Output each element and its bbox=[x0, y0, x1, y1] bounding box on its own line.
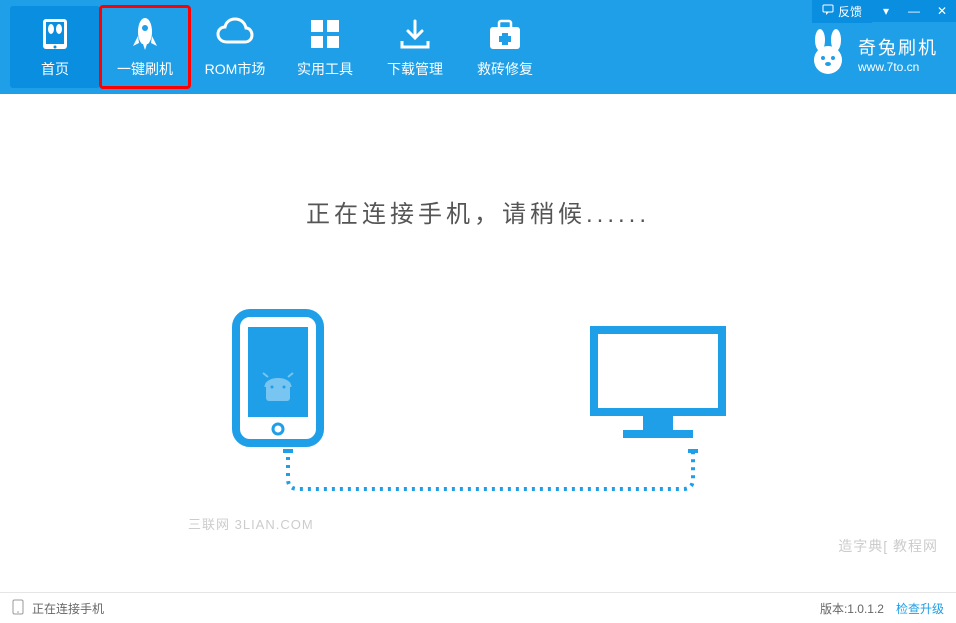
nav-label: 首页 bbox=[41, 59, 69, 79]
connection-status-message: 正在连接手机，请稍候...... bbox=[306, 194, 650, 229]
comment-icon bbox=[822, 4, 834, 19]
rabbit-logo-icon bbox=[808, 28, 848, 79]
dropdown-button[interactable]: ▾ bbox=[872, 0, 900, 22]
cloud-icon bbox=[215, 15, 255, 53]
nav-label: 实用工具 bbox=[297, 59, 353, 79]
brand: 奇兔刷机 www.7to.cn bbox=[808, 28, 938, 79]
medkit-icon bbox=[487, 15, 523, 53]
minimize-icon: — bbox=[908, 4, 920, 18]
check-update-link[interactable]: 检查升级 bbox=[896, 600, 944, 617]
connection-illustration bbox=[228, 309, 728, 489]
close-button[interactable]: ✕ bbox=[928, 0, 956, 22]
chevron-down-icon: ▾ bbox=[883, 4, 889, 18]
feedback-button[interactable]: 反馈 bbox=[812, 0, 872, 23]
nav-flash[interactable]: 一键刷机 bbox=[100, 6, 190, 88]
nav-label: 一键刷机 bbox=[117, 59, 173, 79]
home-icon bbox=[37, 15, 73, 53]
monitor-icon bbox=[588, 324, 728, 449]
nav-tools[interactable]: 实用工具 bbox=[280, 6, 370, 88]
brand-url: www.7to.cn bbox=[858, 60, 938, 74]
download-icon bbox=[398, 15, 432, 53]
nav-label: ROM市场 bbox=[205, 59, 266, 79]
statusbar: 正在连接手机 版本:1.0.1.2 检查升级 bbox=[0, 592, 956, 623]
cable-icon bbox=[283, 449, 698, 499]
phone-icon bbox=[228, 309, 328, 464]
rocket-icon bbox=[127, 15, 163, 53]
nav-downloads[interactable]: 下载管理 bbox=[370, 6, 460, 88]
nav-home[interactable]: 首页 bbox=[10, 6, 100, 88]
brand-name: 奇兔刷机 bbox=[858, 34, 938, 60]
watermark-right: 造字典[ 教程网 bbox=[838, 536, 938, 556]
nav-label: 下载管理 bbox=[387, 59, 443, 79]
statusbar-status-text: 正在连接手机 bbox=[32, 600, 104, 617]
version-label: 版本:1.0.1.2 bbox=[820, 600, 884, 617]
phone-small-icon bbox=[12, 599, 24, 618]
nav-rom-market[interactable]: ROM市场 bbox=[190, 6, 280, 88]
watermark-left: 三联网 3LIAN.COM bbox=[188, 514, 314, 533]
window-controls: 反馈 ▾ — ✕ bbox=[812, 0, 956, 22]
grid-icon bbox=[309, 15, 341, 53]
close-icon: ✕ bbox=[937, 4, 947, 18]
main-content: 正在连接手机，请稍候...... bbox=[0, 94, 956, 592]
nav-repair[interactable]: 救砖修复 bbox=[460, 6, 550, 88]
minimize-button[interactable]: — bbox=[900, 0, 928, 22]
nav-label: 救砖修复 bbox=[477, 59, 533, 79]
feedback-label: 反馈 bbox=[838, 3, 862, 20]
